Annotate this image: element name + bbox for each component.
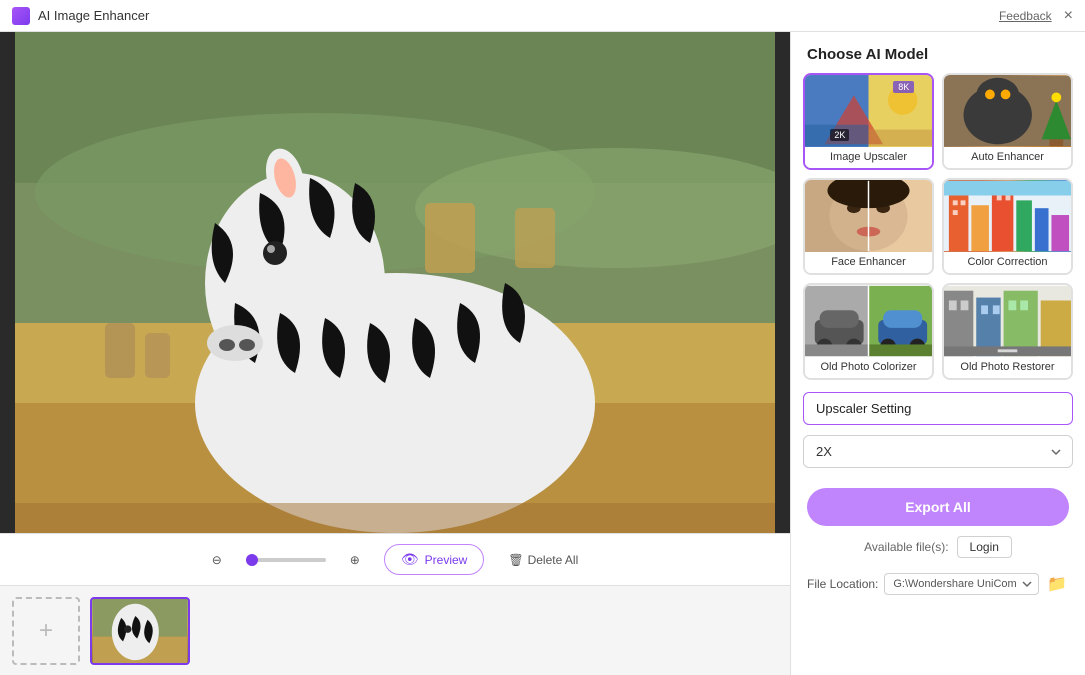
- preview-label: Preview: [425, 553, 468, 567]
- delete-all-button[interactable]: 🗑 Delete All: [500, 549, 586, 571]
- model-label-color-correction: Color Correction: [944, 252, 1071, 273]
- add-icon: +: [39, 617, 53, 645]
- panel-header: Choose AI Model: [791, 32, 1085, 73]
- image-viewport: [0, 32, 790, 533]
- available-files-label: Available file(s):: [864, 540, 948, 554]
- model-thumb-color: [944, 180, 1071, 252]
- delete-all-label: Delete All: [528, 553, 579, 567]
- close-button[interactable]: ×: [1064, 8, 1073, 24]
- zoom-container: [246, 558, 326, 562]
- model-grid: 2K 8K Image Upscaler: [791, 73, 1085, 392]
- model-label-auto-enhancer: Auto Enhancer: [944, 147, 1071, 168]
- restorer-image: [944, 285, 1071, 357]
- zebra-svg: [15, 32, 775, 533]
- model-card-old-photo-restorer[interactable]: Old Photo Restorer: [942, 283, 1073, 380]
- color-correction-image: [944, 180, 1071, 252]
- app-icon: [12, 7, 30, 25]
- available-files: Available file(s): Login: [791, 532, 1085, 566]
- settings-section: Upscaler Setting 2X 4X 8X: [791, 392, 1085, 480]
- model-thumb-auto: [944, 75, 1071, 147]
- badge-8k: 8K: [893, 81, 914, 93]
- model-card-color-correction[interactable]: Color Correction: [942, 178, 1073, 275]
- export-all-button[interactable]: Export All: [807, 488, 1069, 526]
- model-card-auto-enhancer[interactable]: Auto Enhancer: [942, 73, 1073, 170]
- model-label-old-photo-colorizer: Old Photo Colorizer: [805, 357, 932, 378]
- file-location: File Location: G:\Wondershare UniCom 📁: [791, 566, 1085, 606]
- folder-icon: 📁: [1047, 576, 1067, 593]
- zoom-out-icon: ⊖: [212, 553, 222, 567]
- model-label-face-enhancer: Face Enhancer: [805, 252, 932, 273]
- add-image-button[interactable]: +: [12, 597, 80, 665]
- auto-enhancer-image: [944, 75, 1071, 147]
- thumbnail-image: [92, 599, 188, 663]
- right-panel: Choose AI Model 2K 8K: [790, 32, 1085, 675]
- model-thumb-upscaler: 2K 8K: [805, 75, 932, 147]
- model-card-face-enhancer[interactable]: Face Enhancer: [803, 178, 934, 275]
- preview-eye-icon: 👁: [401, 551, 419, 568]
- badge-2k: 2K: [830, 129, 849, 141]
- thumbnail-item[interactable]: [90, 597, 190, 665]
- scale-select[interactable]: 2X 4X 8X: [803, 435, 1073, 468]
- model-thumb-face: [805, 180, 932, 252]
- zoom-in-button[interactable]: ⊕: [342, 549, 368, 571]
- main-layout: ⊖ ⊕ 👁 Preview 🗑 Delete All +: [0, 32, 1085, 675]
- preview-button[interactable]: 👁 Preview: [384, 544, 484, 575]
- title-bar-right: Feedback ×: [999, 8, 1073, 24]
- face-enhancer-image: [805, 180, 932, 252]
- file-location-label: File Location:: [807, 577, 878, 591]
- colorizer-image: [805, 285, 932, 357]
- open-folder-button[interactable]: 📁: [1045, 572, 1069, 596]
- model-thumb-colorizer: [805, 285, 932, 357]
- title-bar: AI Image Enhancer Feedback ×: [0, 0, 1085, 32]
- model-label-old-photo-restorer: Old Photo Restorer: [944, 357, 1071, 378]
- model-label-image-upscaler: Image Upscaler: [805, 147, 932, 168]
- zoom-in-icon: ⊕: [350, 553, 360, 567]
- title-bar-left: AI Image Enhancer: [12, 7, 149, 25]
- file-path-select[interactable]: G:\Wondershare UniCom: [884, 573, 1039, 595]
- model-card-image-upscaler[interactable]: 2K 8K Image Upscaler: [803, 73, 934, 170]
- model-thumb-restorer: [944, 285, 1071, 357]
- app-title: AI Image Enhancer: [38, 8, 149, 23]
- model-card-old-photo-colorizer[interactable]: Old Photo Colorizer: [803, 283, 934, 380]
- main-image: [15, 32, 775, 533]
- zoom-out-button[interactable]: ⊖: [204, 549, 230, 571]
- delete-icon: 🗑: [508, 553, 523, 567]
- thumbnail-strip: +: [0, 585, 790, 675]
- feedback-link[interactable]: Feedback: [999, 9, 1052, 23]
- toolbar: ⊖ ⊕ 👁 Preview 🗑 Delete All: [0, 533, 790, 585]
- zoom-slider[interactable]: [246, 558, 326, 562]
- login-button[interactable]: Login: [957, 536, 1012, 558]
- settings-title: Upscaler Setting: [803, 392, 1073, 425]
- export-section: Export All: [791, 480, 1085, 532]
- image-area: ⊖ ⊕ 👁 Preview 🗑 Delete All +: [0, 32, 790, 675]
